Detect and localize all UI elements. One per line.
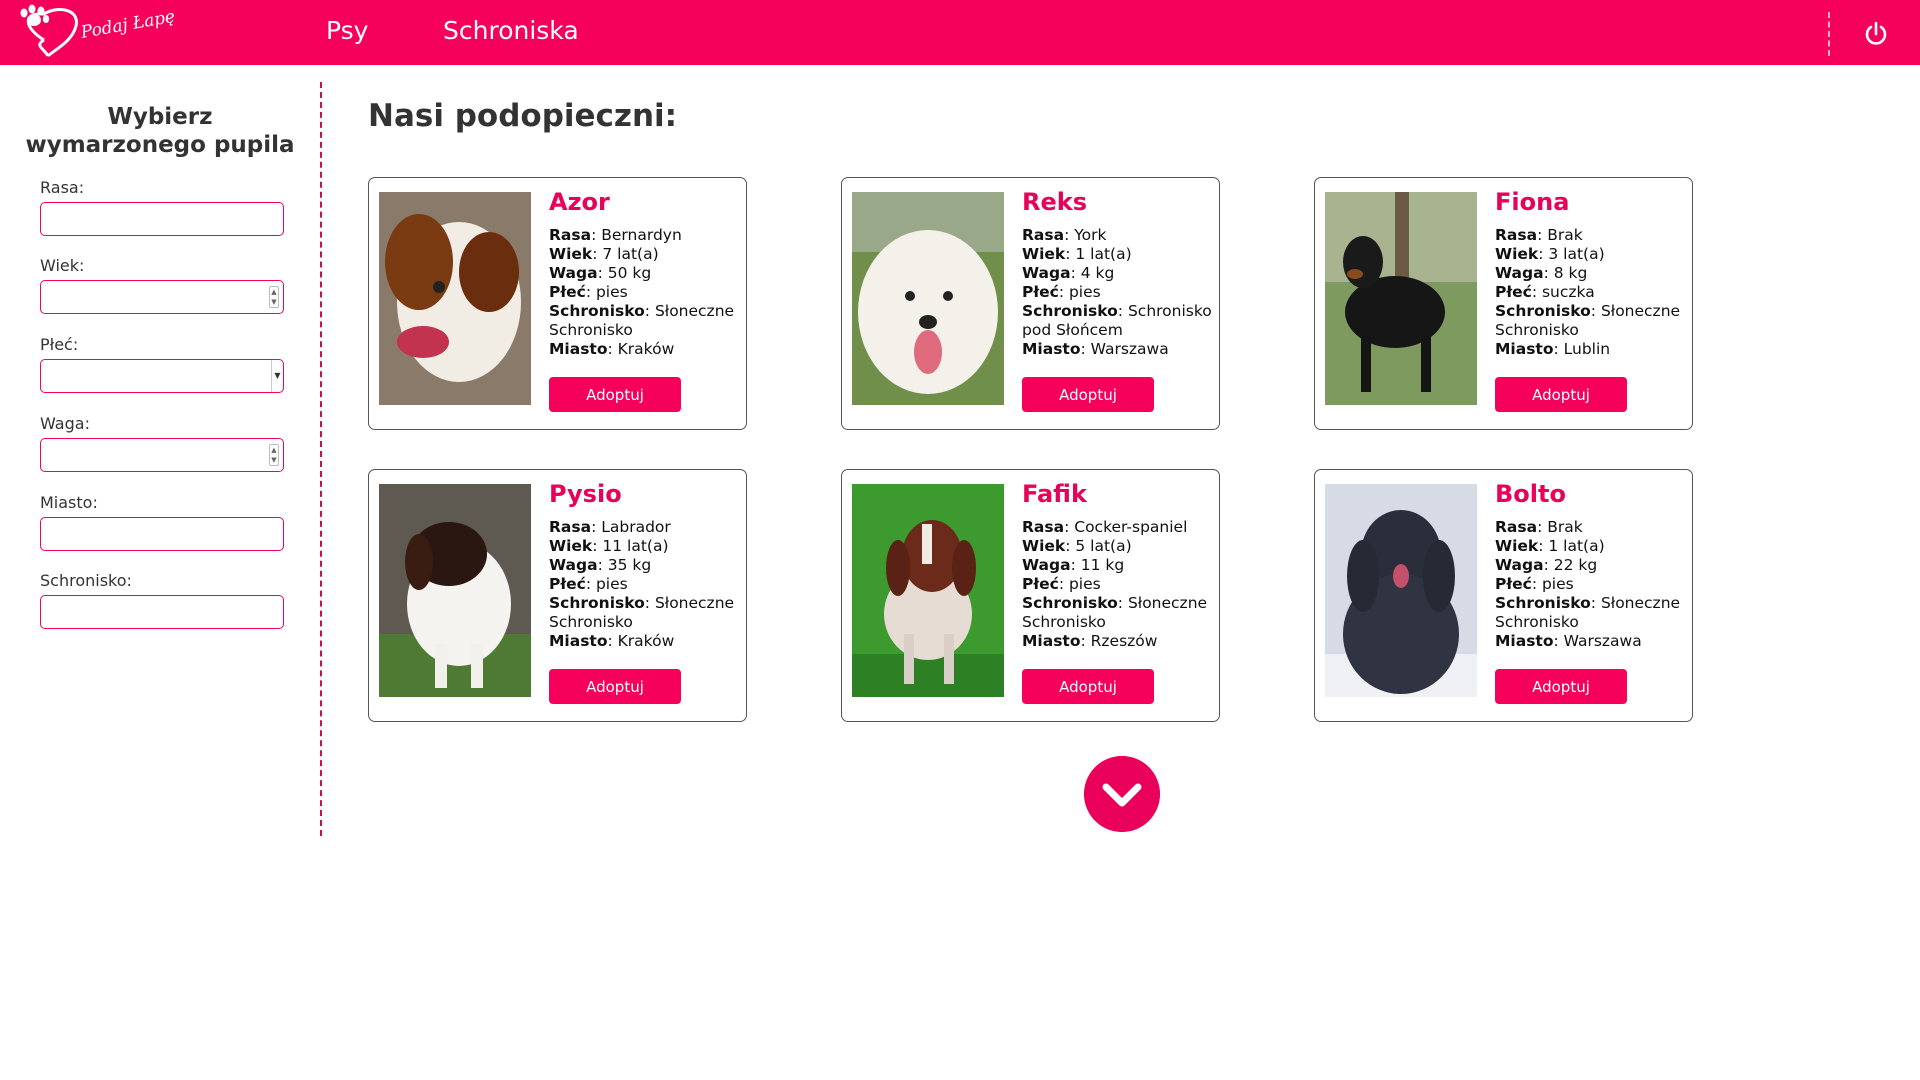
adopt-button[interactable]: Adoptuj	[1022, 669, 1154, 704]
dog-plec: pies	[1541, 575, 1574, 593]
dog-photo[interactable]	[852, 192, 1004, 405]
adopt-button[interactable]: Adoptuj	[549, 669, 681, 704]
miasto-label: Miasto:	[40, 493, 98, 512]
wiek-spinner[interactable]: ▲ ▼	[269, 286, 279, 308]
schronisko-input[interactable]	[40, 595, 284, 629]
dog-info: Rasa: Labrador Wiek: 11 lat(a) Waga: 35 …	[549, 518, 735, 650]
rasa-label: Rasa:	[40, 178, 85, 197]
dog-plec: pies	[595, 575, 628, 593]
nav-psy[interactable]: Psy	[326, 16, 368, 45]
dog-wiek: 7 lat(a)	[602, 245, 659, 263]
logo[interactable]: Podaj Łapę	[14, 4, 176, 60]
dog-waga: 4 kg	[1080, 264, 1115, 282]
dog-waga: 50 kg	[607, 264, 652, 282]
dog-rasa: Cocker-spaniel	[1074, 518, 1188, 536]
dog-name: Reks	[1022, 188, 1088, 216]
adopt-button[interactable]: Adoptuj	[1495, 669, 1627, 704]
dog-plec: pies	[1068, 283, 1101, 301]
dog-name: Fiona	[1495, 188, 1570, 216]
dog-wiek: 1 lat(a)	[1548, 537, 1605, 555]
dog-rasa: Labrador	[601, 518, 671, 536]
header-divider	[1828, 12, 1830, 56]
dog-waga: 35 kg	[607, 556, 652, 574]
rasa-input[interactable]	[40, 202, 284, 236]
plec-select[interactable]: ▼	[40, 359, 284, 393]
adopt-button[interactable]: Adoptuj	[1022, 377, 1154, 412]
dog-info: Rasa: Cocker-spaniel Wiek: 5 lat(a) Waga…	[1022, 518, 1208, 650]
dog-photo[interactable]	[852, 484, 1004, 697]
dog-photo[interactable]	[1325, 484, 1477, 697]
dog-card: Fafik Rasa: Cocker-spaniel Wiek: 5 lat(a…	[841, 469, 1220, 722]
page-title: Nasi podopieczni:	[368, 98, 678, 134]
dog-card: Pysio Rasa: Labrador Wiek: 11 lat(a) Wag…	[368, 469, 747, 722]
dog-waga: 11 kg	[1080, 556, 1125, 574]
dog-wiek: 5 lat(a)	[1075, 537, 1132, 555]
dog-miasto: Warszawa	[1563, 632, 1642, 650]
wiek-label: Wiek:	[40, 256, 85, 275]
waga-input[interactable]: ▲ ▼	[40, 438, 284, 472]
dog-info: Rasa: York Wiek: 1 lat(a) Waga: 4 kg Płe…	[1022, 226, 1212, 358]
dog-wiek: 3 lat(a)	[1548, 245, 1605, 263]
adopt-button[interactable]: Adoptuj	[1495, 377, 1627, 412]
dog-card: Azor Rasa: Bernardyn Wiek: 7 lat(a) Waga…	[368, 177, 747, 430]
chevron-down-icon: ▼	[271, 360, 283, 392]
dog-name: Bolto	[1495, 480, 1566, 508]
dog-info: Rasa: Brak Wiek: 1 lat(a) Waga: 22 kg Pł…	[1495, 518, 1681, 650]
adopt-button[interactable]: Adoptuj	[549, 377, 681, 412]
logo-text: Podaj Łapę	[78, 7, 176, 43]
wiek-input[interactable]: ▲ ▼	[40, 280, 284, 314]
plec-label: Płeć:	[40, 335, 79, 354]
dog-info: Rasa: Bernardyn Wiek: 7 lat(a) Waga: 50 …	[549, 226, 735, 358]
dog-card: Fiona Rasa: Brak Wiek: 3 lat(a) Waga: 8 …	[1314, 177, 1693, 430]
dog-miasto: Kraków	[617, 632, 675, 650]
dog-rasa: Bernardyn	[601, 226, 682, 244]
dog-photo[interactable]	[1325, 192, 1477, 405]
dog-rasa: Brak	[1547, 518, 1583, 536]
dog-card: Reks Rasa: York Wiek: 1 lat(a) Waga: 4 k…	[841, 177, 1220, 430]
nav-schroniska[interactable]: Schroniska	[443, 16, 579, 45]
dog-waga: 22 kg	[1553, 556, 1598, 574]
dog-plec: suczka	[1541, 283, 1595, 301]
dog-miasto: Lublin	[1563, 340, 1611, 358]
dog-waga: 8 kg	[1553, 264, 1588, 282]
dog-wiek: 1 lat(a)	[1075, 245, 1132, 263]
sidebar-divider	[320, 82, 322, 836]
waga-spinner[interactable]: ▲ ▼	[269, 444, 279, 466]
dog-info: Rasa: Brak Wiek: 3 lat(a) Waga: 8 kg Płe…	[1495, 226, 1681, 358]
dog-name: Azor	[549, 188, 610, 216]
schronisko-label: Schronisko:	[40, 571, 132, 590]
power-icon[interactable]	[1862, 20, 1890, 48]
dog-rasa: York	[1074, 226, 1107, 244]
dog-plec: pies	[1068, 575, 1101, 593]
dog-miasto: Rzeszów	[1090, 632, 1158, 650]
load-more-button[interactable]	[1084, 756, 1160, 832]
dog-card: Bolto Rasa: Brak Wiek: 1 lat(a) Waga: 22…	[1314, 469, 1693, 722]
sidebar-title: Wybierz wymarzonego pupila	[25, 104, 295, 158]
dog-photo[interactable]	[379, 484, 531, 697]
top-navbar: Podaj Łapę Psy Schroniska	[0, 0, 1920, 65]
dog-miasto: Kraków	[617, 340, 675, 358]
dog-wiek: 11 lat(a)	[602, 537, 669, 555]
filter-sidebar: Wybierz wymarzonego pupila Rasa: Wiek: ▲…	[0, 65, 322, 835]
dog-plec: pies	[595, 283, 628, 301]
dog-name: Fafik	[1022, 480, 1087, 508]
miasto-input[interactable]	[40, 517, 284, 551]
dog-miasto: Warszawa	[1090, 340, 1169, 358]
dog-name: Pysio	[549, 480, 622, 508]
dog-rasa: Brak	[1547, 226, 1583, 244]
dog-photo[interactable]	[379, 192, 531, 405]
waga-label: Waga:	[40, 414, 90, 433]
